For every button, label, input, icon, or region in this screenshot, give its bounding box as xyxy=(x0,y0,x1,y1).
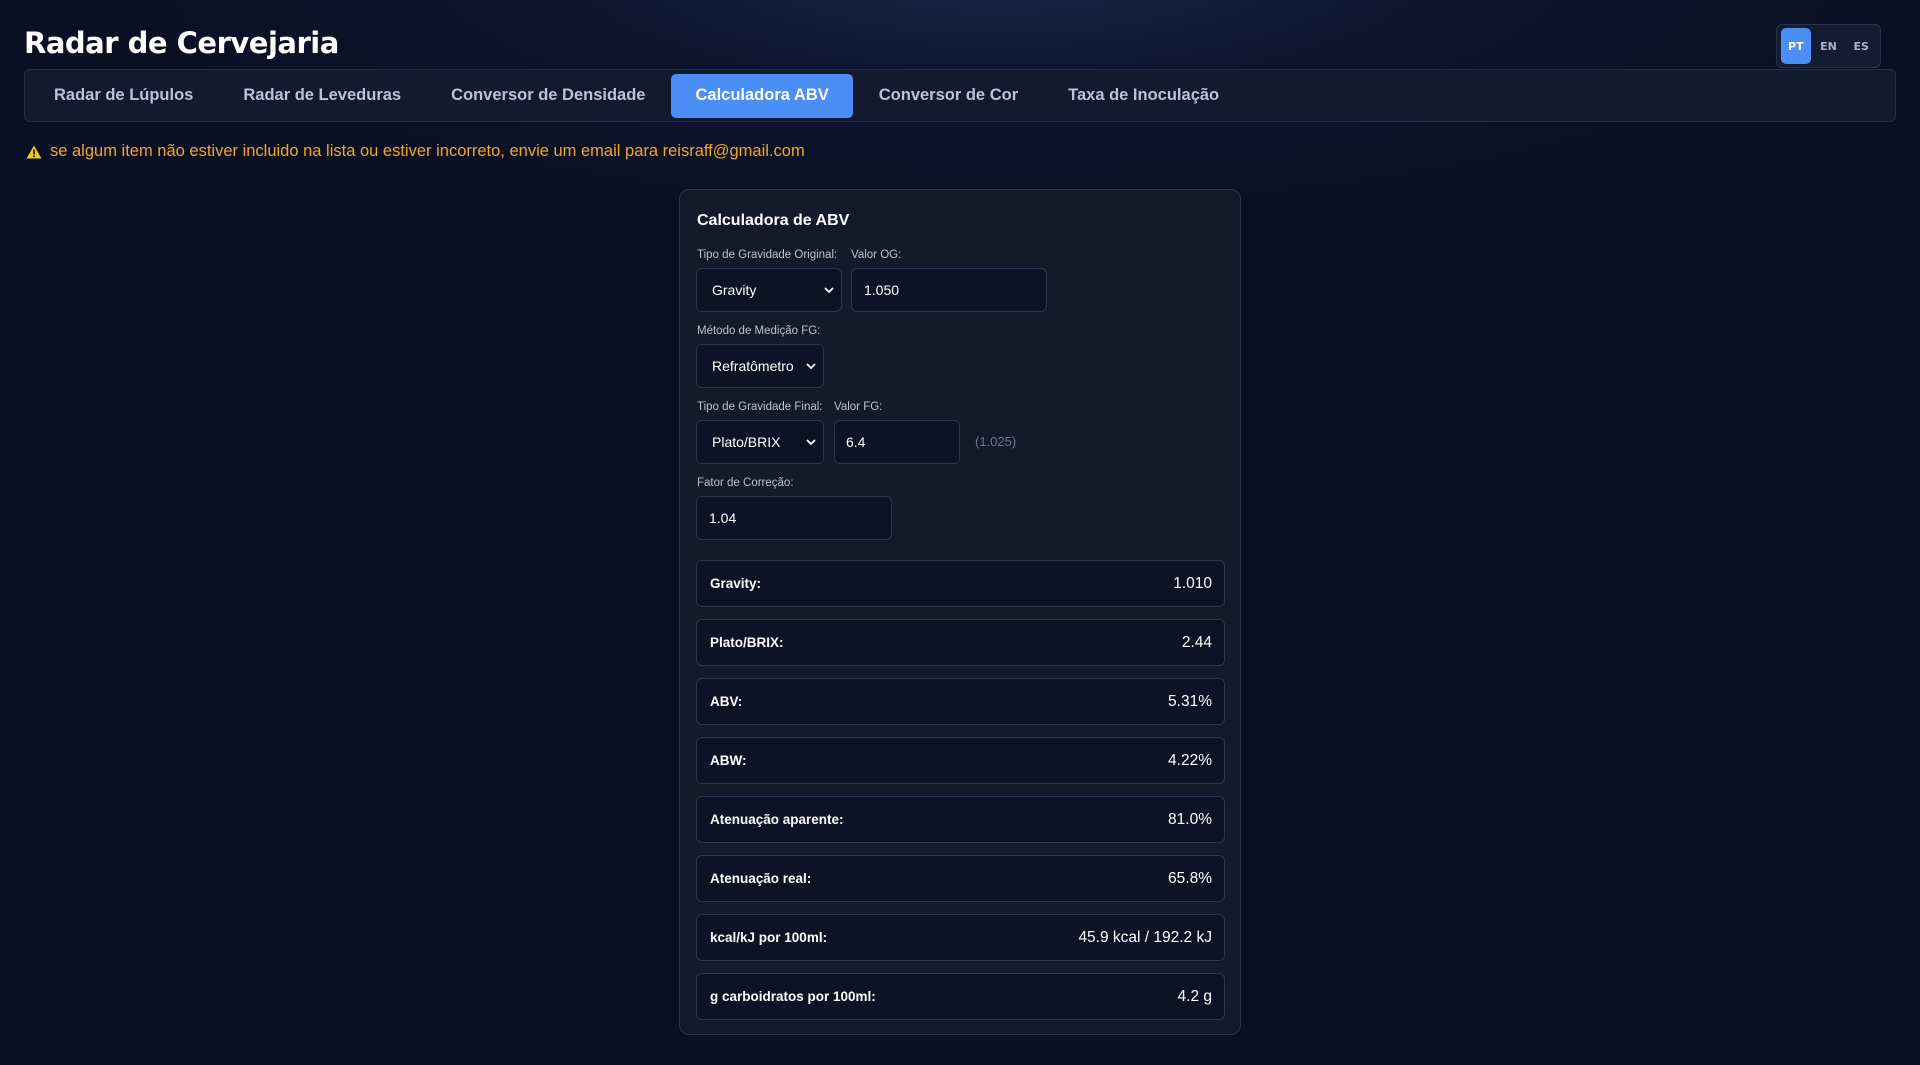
result-value: 2.44 xyxy=(1181,633,1212,651)
abv-calculator-panel: Calculadora de ABV Tipo de Gravidade Ori… xyxy=(679,189,1241,1035)
og-type-value: Gravity xyxy=(712,282,757,298)
result-value: 65.8% xyxy=(1168,869,1212,887)
lang-button-pt[interactable]: PT xyxy=(1781,28,1811,64)
correction-factor-input[interactable] xyxy=(696,496,892,540)
result-label: Plato/BRIX: xyxy=(710,635,784,650)
correction-factor-field[interactable] xyxy=(709,510,876,526)
result-value: 81.0% xyxy=(1168,810,1212,828)
result-row-abw: ABW: 4.22% xyxy=(696,737,1225,784)
og-type-select[interactable]: Gravity xyxy=(696,268,842,312)
tab-calculadora-abv[interactable]: Calculadora ABV xyxy=(671,73,853,118)
chevron-down-icon xyxy=(806,363,816,370)
result-value: 4.22% xyxy=(1168,751,1212,769)
correction-factor-label: Fator de Correção: xyxy=(697,477,794,489)
main-tabs: Radar de Lúpulos Radar de Leveduras Conv… xyxy=(24,69,1896,122)
result-row-calories: kcal/kJ por 100ml: 45.9 kcal / 192.2 kJ xyxy=(696,914,1225,961)
result-label: Gravity: xyxy=(710,576,762,591)
fg-type-label: Tipo de Gravidade Final: xyxy=(697,401,823,413)
result-label: Atenuação aparente: xyxy=(710,812,844,827)
lang-button-es[interactable]: ES xyxy=(1846,28,1876,64)
result-label: ABV: xyxy=(710,694,743,709)
result-row-abv: ABV: 5.31% xyxy=(696,678,1225,725)
result-value: 1.010 xyxy=(1173,574,1212,592)
notice-text: se algum item não estiver incluido na li… xyxy=(50,142,805,160)
lang-button-en[interactable]: EN xyxy=(1814,28,1844,64)
result-value: 45.9 kcal / 192.2 kJ xyxy=(1078,928,1212,946)
fg-type-select[interactable]: Plato/BRIX xyxy=(696,420,824,464)
language-switcher: PT EN ES xyxy=(1776,24,1881,68)
tab-radar-lupulos[interactable]: Radar de Lúpulos xyxy=(30,74,217,118)
result-value: 4.2 g xyxy=(1177,987,1212,1005)
result-value: 5.31% xyxy=(1168,692,1212,710)
og-type-label: Tipo de Gravidade Original: xyxy=(697,249,838,261)
result-row-real-attenuation: Atenuação real: 65.8% xyxy=(696,855,1225,902)
fg-converted-value: (1.025) xyxy=(975,434,1017,449)
result-label: g carboidratos por 100ml: xyxy=(710,989,876,1004)
result-label: ABW: xyxy=(710,753,747,768)
og-value-input[interactable] xyxy=(851,268,1047,312)
og-value-field[interactable] xyxy=(864,282,1031,298)
fg-method-value: Refratômetro xyxy=(712,358,794,374)
tab-radar-leveduras[interactable]: Radar de Leveduras xyxy=(219,74,425,118)
tab-conversor-cor[interactable]: Conversor de Cor xyxy=(855,74,1042,118)
app-title: Radar de Cervejaria xyxy=(24,26,339,60)
fg-method-label: Método de Medição FG: xyxy=(697,325,821,337)
result-label: kcal/kJ por 100ml: xyxy=(710,930,828,945)
warning-icon xyxy=(26,145,42,158)
result-row-carbohydrates: g carboidratos por 100ml: 4.2 g xyxy=(696,973,1225,1020)
fg-value-field[interactable] xyxy=(846,434,944,450)
fg-method-select[interactable]: Refratômetro xyxy=(696,344,824,388)
panel-title: Calculadora de ABV xyxy=(697,212,850,229)
fg-type-value: Plato/BRIX xyxy=(712,434,781,450)
chevron-down-icon xyxy=(806,439,816,446)
tab-taxa-inoculacao[interactable]: Taxa de Inoculação xyxy=(1044,74,1243,118)
chevron-down-icon xyxy=(824,287,834,294)
notice-banner: se algum item não estiver incluido na li… xyxy=(26,142,805,161)
fg-value-input[interactable] xyxy=(834,420,960,464)
result-row-gravity: Gravity: 1.010 xyxy=(696,560,1225,607)
tab-conversor-densidade[interactable]: Conversor de Densidade xyxy=(427,74,669,118)
result-label: Atenuação real: xyxy=(710,871,812,886)
result-row-apparent-attenuation: Atenuação aparente: 81.0% xyxy=(696,796,1225,843)
fg-value-label: Valor FG: xyxy=(834,401,883,413)
og-value-label: Valor OG: xyxy=(851,249,902,261)
result-row-plato: Plato/BRIX: 2.44 xyxy=(696,619,1225,666)
